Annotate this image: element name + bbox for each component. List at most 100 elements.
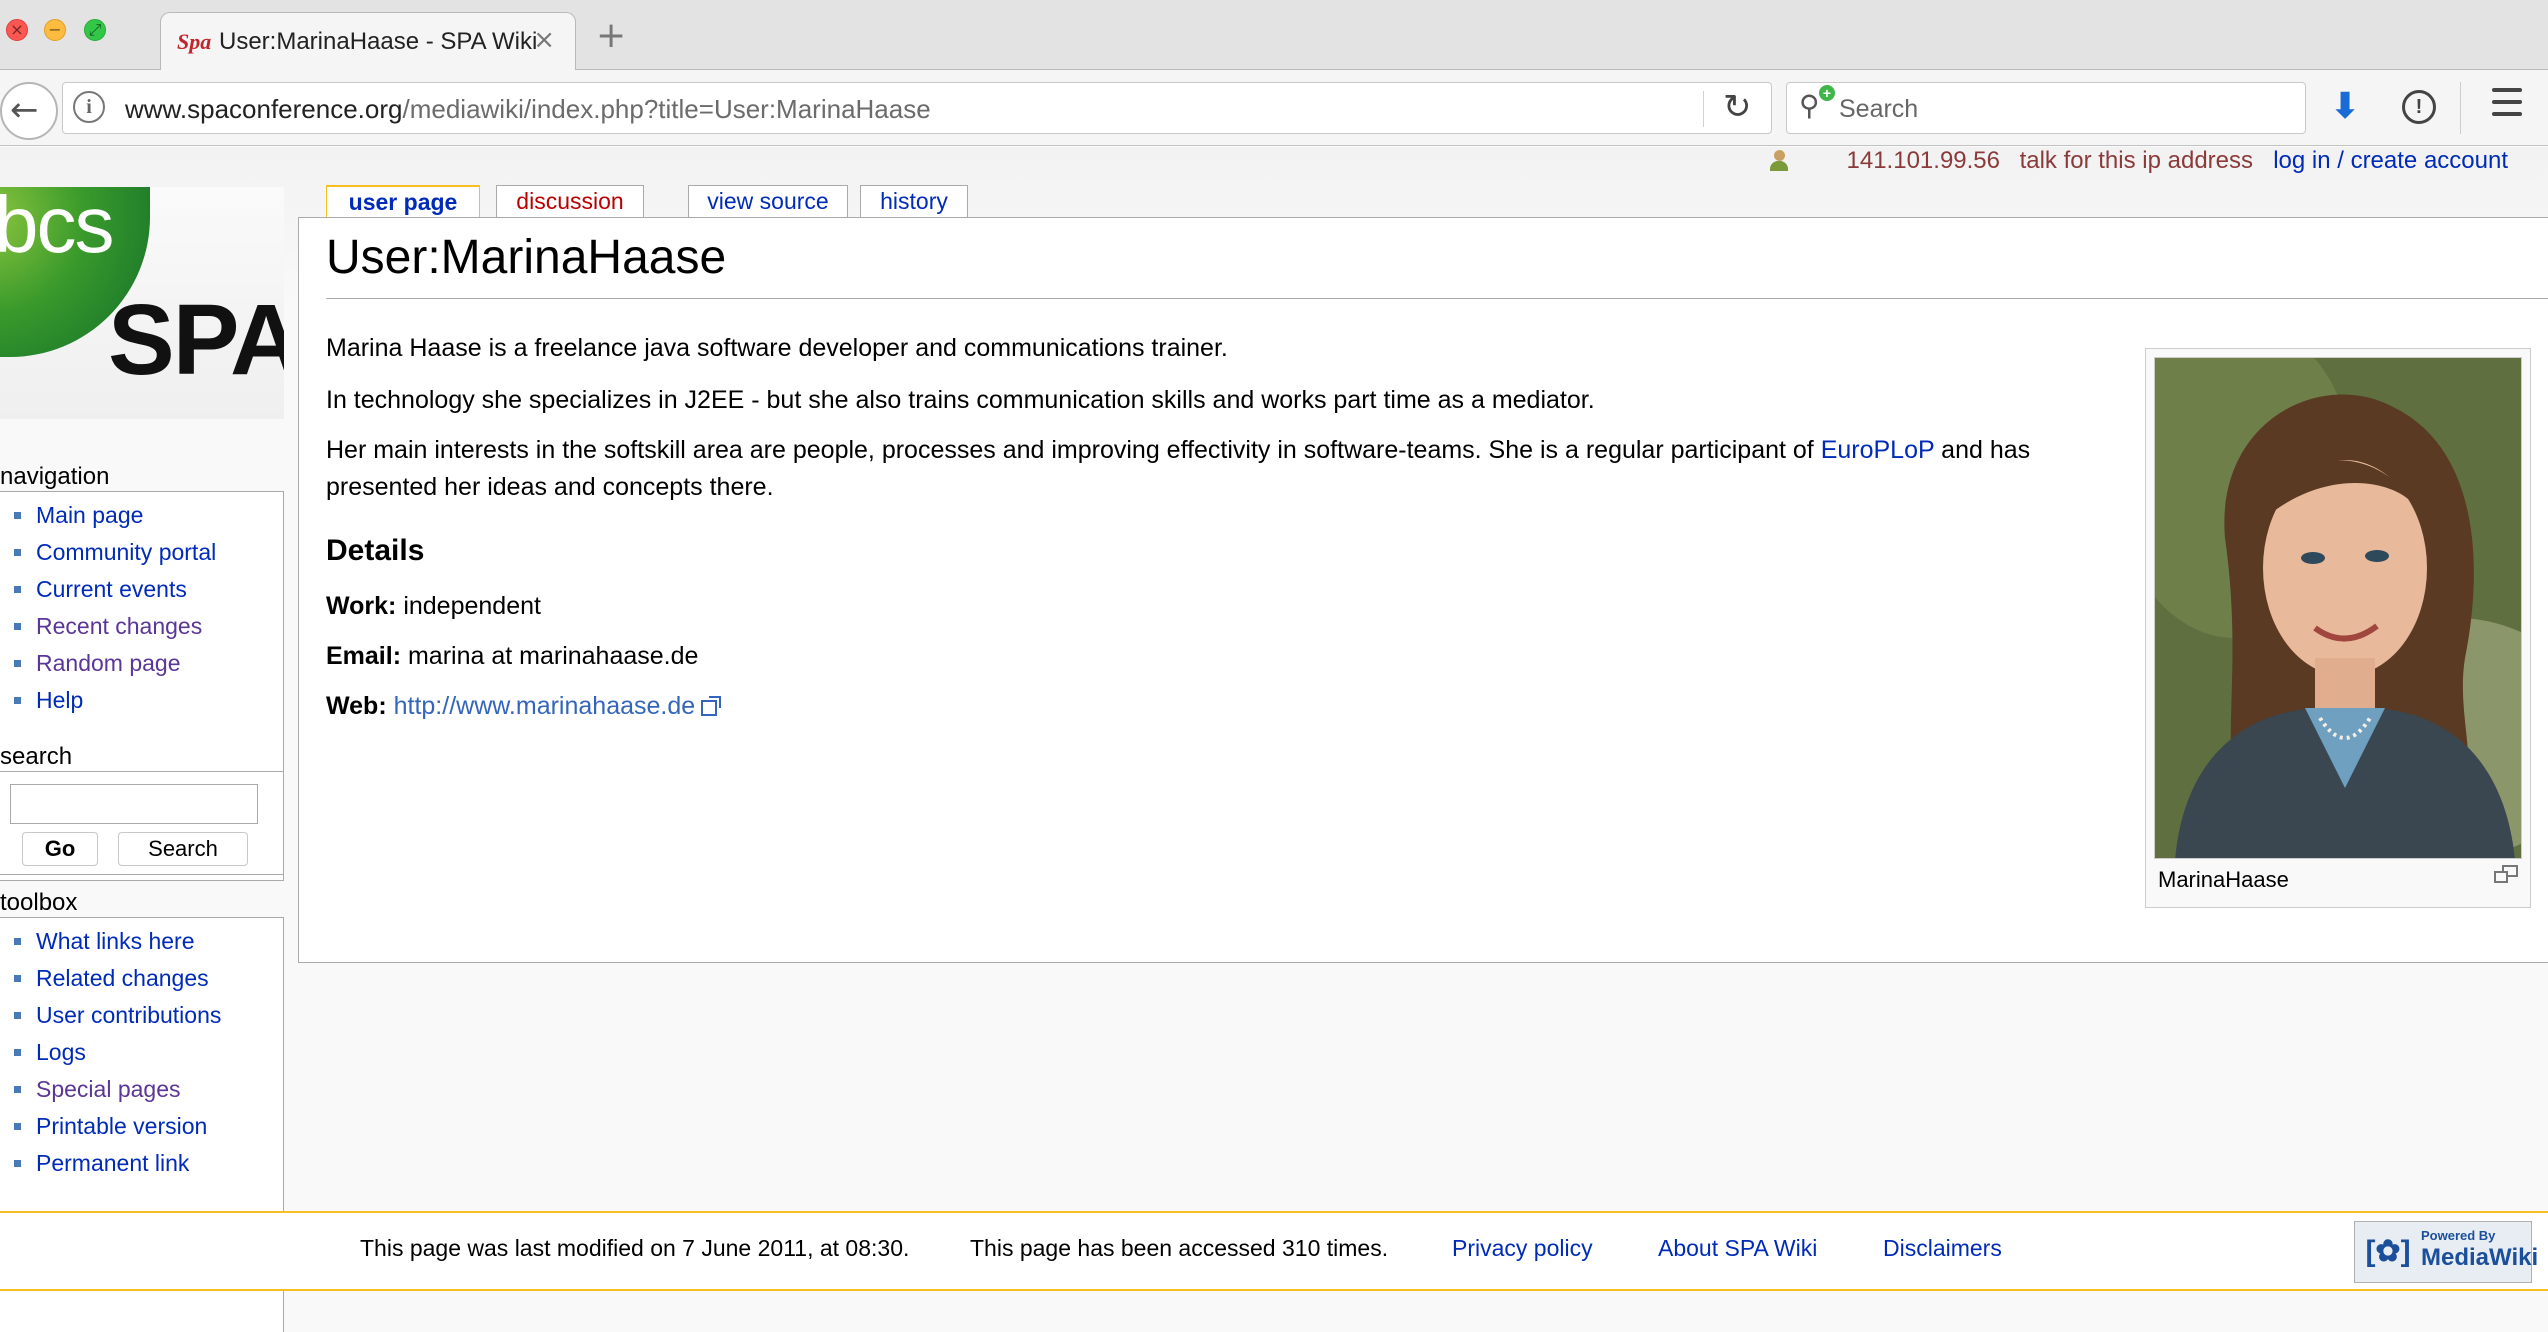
minimize-icon: − <box>48 20 62 39</box>
profile-photo[interactable] <box>2154 357 2522 859</box>
window-minimize-button[interactable]: − <box>44 19 66 41</box>
email-label: Email: <box>326 642 402 670</box>
wiki-page: 141.101.99.56 talk for this ip address l… <box>0 147 2548 1332</box>
nav-link[interactable]: Random page <box>36 650 181 676</box>
address-bar[interactable]: i www.spaconference.org/mediawiki/index.… <box>62 82 1772 134</box>
content-area: User:MarinaHaase Marina Haase is a freel… <box>298 217 2548 963</box>
europlop-link[interactable]: EuroPLoP <box>1821 436 1935 464</box>
nav-link[interactable]: Community portal <box>36 539 216 565</box>
urlbar-divider <box>1703 91 1704 127</box>
browser-tab[interactable]: Spa User:MarinaHaase - SPA Wiki × <box>160 12 576 70</box>
technology-paragraph: In technology she specializes in J2EE - … <box>326 386 1595 414</box>
privacy-policy-link[interactable]: Privacy policy <box>1452 1235 1593 1262</box>
thumbnail-caption: MarinaHaase <box>2158 867 2289 892</box>
tab-close-icon[interactable]: × <box>533 25 555 55</box>
toolbox-link[interactable]: User contributions <box>36 1002 221 1028</box>
menu-icon[interactable] <box>2478 88 2522 128</box>
profile-thumbnail: MarinaHaase <box>2145 348 2531 908</box>
nav-item-community-portal: Community portal <box>14 537 283 574</box>
web-field: Web: http://www.marinahaase.de <box>326 692 722 721</box>
heading-divider <box>326 298 2548 299</box>
go-button[interactable]: Go <box>22 832 98 866</box>
toolbox-link[interactable]: What links here <box>36 928 195 954</box>
nav-link[interactable]: Main page <box>36 502 143 528</box>
tab-discussion[interactable]: discussion <box>496 185 644 217</box>
reload-icon[interactable]: ↻ <box>1723 87 1752 127</box>
logo-bcs-text: bcs <box>0 187 114 269</box>
powered-by-mediawiki-badge[interactable]: [✿] Powered By MediaWiki <box>2354 1221 2538 1283</box>
add-search-engine-icon: + <box>1819 85 1835 101</box>
nav-link[interactable]: Current events <box>36 576 187 602</box>
search-title: search <box>0 743 73 770</box>
toolbox-link[interactable]: Logs <box>36 1039 86 1065</box>
disclaimers-link[interactable]: Disclaimers <box>1883 1235 2002 1262</box>
info-icon[interactable]: i <box>73 91 105 123</box>
nav-item-current-events: Current events <box>14 574 283 611</box>
tab-history[interactable]: history <box>860 185 968 217</box>
site-logo[interactable]: bcs SPA <box>0 187 284 419</box>
toolbox-item-related-changes: Related changes <box>14 963 283 1000</box>
url-path: /mediawiki/index.php?title=User:MarinaHa… <box>402 94 931 124</box>
interests-paragraph: Her main interests in the softskill area… <box>326 432 2086 506</box>
talk-link[interactable]: talk for this ip address <box>2020 147 2253 175</box>
tab-label: discussion <box>516 188 624 214</box>
user-icon <box>1770 150 1788 172</box>
zoom-icon: ⤢ <box>88 20 102 39</box>
nav-item-random-page: Random page <box>14 648 283 685</box>
details-heading: Details <box>326 534 425 567</box>
portrait-drawing <box>2155 358 2521 858</box>
nav-link[interactable]: Help <box>36 687 83 713</box>
search-button[interactable]: Search <box>118 832 248 866</box>
page-title: User:MarinaHaase <box>326 231 727 284</box>
mediawiki-text: MediaWiki <box>2421 1244 2539 1271</box>
web-label: Web: <box>326 692 387 720</box>
last-modified-text: This page was last modified on 7 June 20… <box>360 1235 910 1261</box>
new-tab-button[interactable]: + <box>596 18 626 54</box>
toolbox-item-special-pages: Special pages <box>14 1074 283 1111</box>
tab-label: view source <box>707 188 829 214</box>
shield-icon[interactable]: ! <box>2402 90 2436 124</box>
search-icon: ⚲ <box>1799 89 1820 122</box>
toolbox-item-logs: Logs <box>14 1037 283 1074</box>
email-field: Email: marina at marinahaase.de <box>326 642 698 671</box>
mediawiki-logo-icon: [✿] <box>2365 1235 2411 1268</box>
intro-paragraph: Marina Haase is a freelance java softwar… <box>326 334 1228 362</box>
search-placeholder: Search <box>1839 95 1919 123</box>
about-link[interactable]: About SPA Wiki <box>1658 1235 1817 1262</box>
nav-item-help: Help <box>14 685 283 722</box>
toolbox-link[interactable]: Printable version <box>36 1113 207 1139</box>
ip-user-link[interactable]: 141.101.99.56 <box>1847 147 2000 175</box>
browser-search-field[interactable]: ⚲ + Search <box>1786 82 2306 134</box>
tab-user-page[interactable]: user page <box>326 185 480 219</box>
window-zoom-button[interactable]: ⤢ <box>84 19 106 41</box>
toolbox-link[interactable]: Special pages <box>36 1076 181 1102</box>
page-footer: This page was last modified on 7 June 20… <box>0 1211 2548 1291</box>
toolbox-link[interactable]: Permanent link <box>36 1150 189 1176</box>
browser-titlebar: × − ⤢ Spa User:MarinaHaase - SPA Wiki × … <box>0 0 2548 70</box>
external-link-icon <box>701 696 722 716</box>
powered-by-text: Powered By <box>2421 1228 2496 1243</box>
toolbox-title: toolbox <box>0 889 78 916</box>
toolbox-item-permanent-link: Permanent link <box>14 1148 283 1185</box>
window-close-button[interactable]: × <box>6 19 28 41</box>
interests-text-before: Her main interests in the softskill area… <box>326 436 1821 464</box>
work-field: Work: independent <box>326 592 541 621</box>
url-text[interactable]: www.spaconference.org/mediawiki/index.ph… <box>125 94 931 125</box>
toolbox-link[interactable]: Related changes <box>36 965 209 991</box>
login-link[interactable]: log in / create account <box>2273 147 2508 175</box>
website-link[interactable]: http://www.marinahaase.de <box>394 692 696 720</box>
search-portlet: Go Search <box>0 771 284 875</box>
back-button[interactable]: ← <box>0 82 58 140</box>
personal-tools: 141.101.99.56 talk for this ip address l… <box>1608 147 2508 179</box>
toolbar-divider <box>2460 82 2461 134</box>
download-icon[interactable]: ⬇ <box>2330 86 2360 127</box>
close-icon: × <box>10 20 24 39</box>
toolbox-item-printable-version: Printable version <box>14 1111 283 1148</box>
tab-view-source[interactable]: view source <box>688 185 848 217</box>
access-count-text: This page has been accessed 310 times. <box>970 1235 1389 1261</box>
search-input[interactable] <box>10 784 258 824</box>
magnify-icon[interactable] <box>2494 865 2520 885</box>
nav-link[interactable]: Recent changes <box>36 613 202 639</box>
tab-label: user page <box>348 189 458 215</box>
nav-item-main-page: Main page <box>14 500 283 537</box>
